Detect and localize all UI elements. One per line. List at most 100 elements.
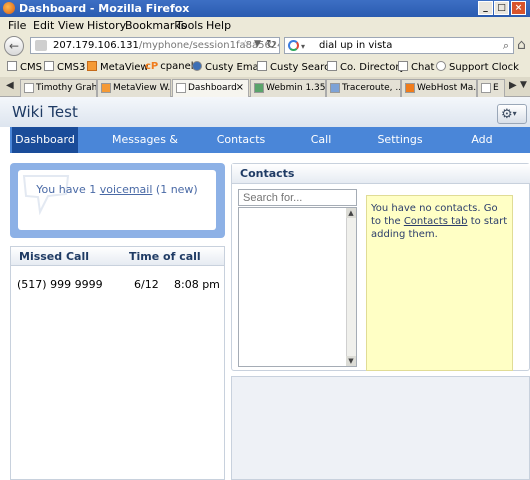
bookmark-label: Support Clock — [449, 62, 519, 73]
bookmark-cms[interactable]: CMS — [7, 61, 42, 73]
tab-metaview[interactable]: MetaView W... — [97, 79, 171, 97]
voicemail-summary: You have 1 voicemail (1 new) — [18, 183, 216, 196]
nav-add-services[interactable]: Add Services — [447, 127, 517, 172]
no-contacts-note: You have no contacts. Go to the Contacts… — [366, 195, 513, 371]
email-icon — [192, 61, 202, 71]
firefox-logo-icon — [3, 2, 15, 14]
tab-label: E — [493, 83, 499, 93]
tab-traceroute[interactable]: Traceroute, ... — [326, 79, 401, 97]
menu-file[interactable]: File — [8, 19, 26, 32]
tab-dashboard[interactable]: Dashboard × — [172, 79, 249, 97]
bookmark-label: CMS3 — [57, 62, 86, 73]
bookmark-label: MetaView — [100, 62, 149, 73]
column-time-of-call: Time of call — [129, 250, 201, 263]
tab-webmin[interactable]: Webmin 1.35... — [250, 79, 326, 97]
menu-help[interactable]: Help — [206, 19, 231, 32]
bookmark-custy-email[interactable]: Custy Email — [192, 61, 264, 73]
google-engine-icon[interactable] — [288, 40, 299, 51]
home-icon[interactable]: ⌂ — [517, 37, 526, 53]
page-icon — [398, 61, 408, 71]
tab-more[interactable]: E — [477, 79, 505, 97]
webmin-icon — [254, 83, 264, 93]
search-bar[interactable]: ▾ dial up in vista ⌕ — [284, 37, 514, 54]
call-date: 6/12 — [134, 278, 159, 291]
traceroute-icon — [330, 83, 340, 93]
column-missed-call: Missed Call — [19, 250, 90, 263]
contact-list[interactable] — [238, 207, 357, 367]
bookmark-label: CMS — [20, 62, 42, 73]
minimize-button[interactable]: _ — [478, 1, 493, 15]
history-dropdown-icon[interactable]: ▼ — [254, 39, 261, 49]
reload-icon[interactable]: ↻ — [266, 37, 276, 51]
contact-list-scrollbar[interactable] — [346, 208, 356, 366]
bookmark-cms3[interactable]: CMS3 — [44, 61, 85, 73]
gear-icon: ⚙ — [501, 107, 513, 122]
missed-calls-list — [10, 266, 225, 480]
tab-timothy[interactable]: Timothy Grah... — [20, 79, 97, 97]
missed-calls-header: Missed Call Time of call — [10, 246, 225, 266]
page-icon — [327, 61, 337, 71]
contacts-tab-link[interactable]: Contacts tab — [404, 216, 468, 227]
menu-view[interactable]: View — [58, 19, 84, 32]
page-icon — [24, 83, 34, 93]
contacts-title: Contacts — [232, 164, 530, 184]
bookmark-co-directory[interactable]: Co. Directory — [327, 61, 405, 73]
tab-label: WebHost Ma... — [417, 83, 477, 93]
tab-scroll-left-icon[interactable]: ◀ — [6, 80, 14, 91]
bookmark-cpanel[interactable]: cP cpanel — [145, 61, 194, 72]
page-icon — [7, 61, 17, 71]
tab-label: Timothy Grah... — [36, 83, 97, 93]
menu-tools[interactable]: Tools — [176, 19, 203, 32]
bookmark-metaview[interactable]: MetaView — [87, 61, 149, 73]
cpanel-icon: cP — [145, 61, 159, 72]
nav-messages-calls[interactable]: Messages & Calls — [98, 127, 192, 172]
app-title: Wiki Test — [12, 103, 78, 121]
nav-contacts[interactable]: Contacts — [214, 127, 268, 153]
tab-label: Webmin 1.35... — [266, 83, 326, 93]
engine-dropdown-icon[interactable]: ▾ — [301, 39, 305, 54]
clock-icon — [436, 61, 446, 71]
tab-label: Traceroute, ... — [342, 83, 401, 93]
tab-webhost[interactable]: WebHost Ma... — [401, 79, 477, 97]
lower-panel — [231, 376, 530, 480]
tab-label: Dashboard — [188, 83, 237, 93]
maximize-button[interactable]: □ — [494, 1, 509, 15]
bookmark-chat[interactable]: Chat — [398, 61, 434, 73]
menu-history[interactable]: History — [87, 19, 126, 32]
tab-list-icon[interactable]: ▼ — [520, 80, 527, 90]
settings-menu-button[interactable]: ⚙▾ — [497, 104, 527, 124]
page-icon — [481, 83, 491, 93]
scroll-up-icon[interactable]: ▲ — [346, 208, 356, 218]
close-window-button[interactable]: × — [511, 1, 526, 15]
caller-number: (517) 999 9999 — [17, 278, 103, 291]
menu-edit[interactable]: Edit — [33, 19, 54, 32]
bookmark-star-icon[interactable]: ☆ — [241, 39, 250, 50]
contact-search-input[interactable] — [238, 189, 357, 206]
search-icon[interactable]: ⌕ — [503, 38, 509, 53]
search-query: dial up in vista — [319, 40, 393, 51]
window-titlebar: Dashboard - Mozilla Firefox _ □ × — [0, 0, 530, 17]
metaview-icon — [87, 61, 97, 71]
voicemail-suffix: (1 new) — [152, 183, 198, 196]
close-tab-icon[interactable]: × — [236, 80, 244, 96]
bookmark-custy-search[interactable]: Custy Search — [257, 61, 336, 73]
voicemail-link[interactable]: voicemail — [100, 183, 153, 196]
tab-scroll-right-icon[interactable]: ▶ — [509, 80, 517, 91]
speech-bubble-icon — [22, 175, 70, 216]
metaview-icon — [101, 83, 111, 93]
window-title: Dashboard - Mozilla Firefox — [19, 2, 190, 15]
voicemail-prefix: You have 1 — [36, 183, 100, 196]
scroll-down-icon[interactable]: ▼ — [346, 356, 356, 366]
site-identity-icon[interactable] — [35, 40, 47, 51]
page-icon — [176, 83, 186, 93]
nav-settings[interactable]: Settings — [376, 127, 424, 153]
back-button[interactable]: ← — [4, 36, 24, 56]
menu-bar: File Edit View History Bookmarks Tools H… — [0, 17, 530, 34]
table-row[interactable]: (517) 999 9999 6/12 8:08 pm — [10, 278, 225, 294]
bookmark-label: Co. Directory — [340, 62, 406, 73]
bookmark-label: Custy Email — [205, 62, 265, 73]
page-icon — [257, 61, 267, 71]
bookmark-support-clock[interactable]: Support Clock — [436, 61, 519, 73]
nav-dashboard[interactable]: Dashboard — [12, 127, 78, 153]
nav-call-manager[interactable]: Call Manager — [285, 127, 357, 172]
